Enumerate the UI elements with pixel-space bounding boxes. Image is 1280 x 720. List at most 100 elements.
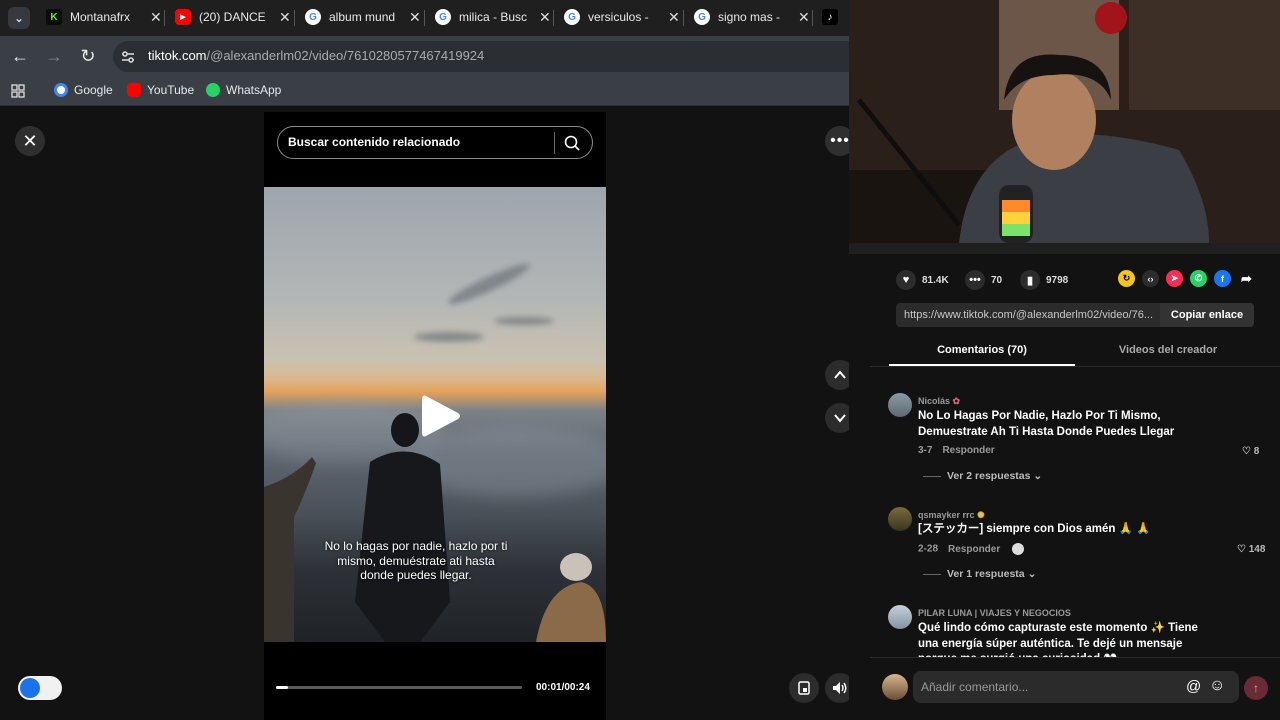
floating-player-button[interactable] [789, 673, 819, 703]
comment-button[interactable]: ••• 70 [965, 270, 1002, 290]
pip-icon [798, 681, 810, 695]
mention-icon[interactable]: @ [1186, 678, 1201, 695]
forward-arrow-icon[interactable]: → [42, 44, 66, 68]
apps-grid-icon[interactable] [11, 84, 25, 98]
view-replies-button[interactable]: Ver 2 respuestas ⌄ [923, 470, 1042, 482]
send-to-friends-icon[interactable]: ➤ [1166, 270, 1183, 287]
comment-count: 70 [991, 274, 1003, 286]
comment-username[interactable]: Nicolás ✿ [918, 396, 960, 407]
comment-text: [ステッカー] siempre con Dios amén 🙏 🙏 [918, 523, 1151, 535]
close-tab-icon[interactable]: ✕ [539, 9, 551, 26]
avatar[interactable] [888, 507, 912, 531]
tab-title: Montanafrx [70, 10, 131, 24]
comment-date: 2-28 [918, 543, 939, 555]
close-tab-icon[interactable]: ✕ [668, 9, 680, 26]
avatar[interactable] [888, 393, 912, 417]
bookmark-google[interactable]: Google [54, 83, 113, 97]
save-button[interactable]: ▮ 9798 [1020, 270, 1068, 290]
time-display: 00:01/00:24 [536, 682, 590, 693]
tab-creator-videos[interactable]: Videos del creador [1075, 344, 1261, 356]
streamer-image [849, 0, 1280, 243]
tab-comments[interactable]: Comentarios (70) [889, 344, 1075, 356]
comment-icon: ••• [965, 270, 985, 290]
bookmark-youtube[interactable]: YouTube [127, 83, 194, 97]
current-user-avatar [882, 674, 908, 700]
comment-username[interactable]: qsmayker rrc ✺ [918, 510, 985, 521]
browser-tab-active[interactable]: ♪ [822, 4, 846, 30]
send-button[interactable]: ↑ [1244, 676, 1268, 700]
creator-liked-avatar [1012, 543, 1025, 555]
heart-outline-icon: ♡ [1242, 446, 1251, 457]
tab-separator [553, 10, 554, 26]
tab-separator [424, 10, 425, 26]
copy-link-button[interactable]: Copiar enlace [1160, 303, 1254, 327]
embed-icon[interactable]: ‹› [1142, 270, 1159, 287]
close-tab-icon[interactable]: ✕ [798, 9, 810, 26]
site-settings-icon[interactable] [120, 49, 136, 65]
close-tab-icon[interactable]: ✕ [409, 9, 421, 26]
youtube-icon: ▶ [175, 9, 191, 25]
google-icon: G [305, 9, 321, 25]
tab-search-button[interactable]: ⌄ [8, 7, 30, 29]
reply-button[interactable]: Responder [942, 445, 994, 456]
close-tab-icon[interactable]: ✕ [150, 9, 162, 26]
repost-icon[interactable]: ↻ [1118, 270, 1135, 287]
tab-title: (20) DANCE [199, 10, 266, 24]
comment-like-button[interactable]: ♡ 8 [1242, 446, 1259, 457]
rose-emoji-icon: ✿ [952, 396, 961, 406]
url-domain: tiktok.com [148, 48, 207, 63]
google-icon: G [435, 9, 451, 25]
reload-icon[interactable]: ↻ [76, 44, 100, 68]
share-arrow-icon[interactable]: ➦ [1238, 270, 1255, 287]
username-text: qsmayker rrc [918, 510, 975, 520]
tiktok-icon: ♪ [822, 9, 838, 25]
search-icon[interactable] [563, 134, 581, 152]
comment-meta: 3-7 Responder [918, 445, 995, 456]
browser-tab[interactable]: G milica - Busc ✕ [435, 4, 551, 30]
webcam-bottom-strip [849, 243, 1280, 254]
url-path: /@alexanderlm02/video/761028057746741992… [206, 48, 485, 63]
chevron-down-icon: ⌄ [1033, 470, 1043, 482]
view-replies-button[interactable]: Ver 1 respuesta ⌄ [923, 568, 1036, 580]
back-arrow-icon[interactable]: ← [8, 44, 32, 68]
save-count: 9798 [1046, 274, 1069, 286]
like-count: 81.4K [922, 274, 949, 286]
chevron-down-icon [834, 414, 846, 423]
search-placeholder: Buscar contenido relacionado [288, 135, 461, 149]
browser-tab[interactable]: G signo mas - ✕ [694, 4, 810, 30]
browser-tab[interactable]: ▶ (20) DANCE ✕ [175, 4, 291, 30]
browser-tab[interactable]: K Montanafrx ✕ [46, 4, 162, 30]
reply-button[interactable]: Responder [948, 544, 1000, 555]
comment-text: Qué lindo cómo capturaste este momento ✨… [918, 622, 1198, 657]
person-left-silhouette [264, 457, 316, 642]
toggle-knob [20, 678, 40, 698]
tab-title: versiculos - [588, 10, 649, 24]
like-button[interactable]: ♥ 81.4K [896, 270, 949, 290]
comment-username[interactable]: PILAR LUNA | VIAJES Y NEGOCIOS [918, 608, 1071, 618]
bookmark-label: WhatsApp [226, 83, 282, 97]
bookmark-whatsapp[interactable]: WhatsApp [206, 83, 281, 97]
emoji-icon[interactable]: ☺ [1209, 677, 1225, 695]
video-link-text[interactable]: https://www.tiktok.com/@alexanderlm02/vi… [904, 309, 1156, 321]
facebook-icon[interactable]: f [1214, 270, 1231, 287]
tab-separator [683, 10, 684, 26]
video-caption: No lo hagas por nadie, hazlo por ti mism… [324, 539, 508, 582]
comment-meta: 2-28 Responder [918, 543, 1025, 555]
bookmark-icon: ▮ [1020, 270, 1040, 290]
bookmark-label: Google [74, 83, 113, 97]
close-tab-icon[interactable]: ✕ [279, 9, 291, 26]
heart-outline-icon: ♡ [1237, 544, 1246, 555]
close-icon[interactable]: ✕ [15, 126, 45, 156]
whatsapp-share-icon[interactable]: ✆ [1190, 270, 1207, 287]
username-text: Nicolás [918, 396, 951, 406]
webcam-overlay [849, 0, 1280, 243]
comment-date: 3-7 [918, 445, 933, 456]
browser-tab[interactable]: G album mund ✕ [305, 4, 421, 30]
avatar[interactable] [888, 605, 912, 629]
chevron-down-icon: ⌄ [1027, 568, 1037, 580]
browser-tab[interactable]: G versiculos - ✕ [564, 4, 680, 30]
google-icon: G [564, 9, 580, 25]
progress-bar[interactable] [276, 686, 522, 689]
comment-like-button[interactable]: ♡ 148 [1237, 544, 1265, 555]
play-icon[interactable] [416, 392, 464, 440]
